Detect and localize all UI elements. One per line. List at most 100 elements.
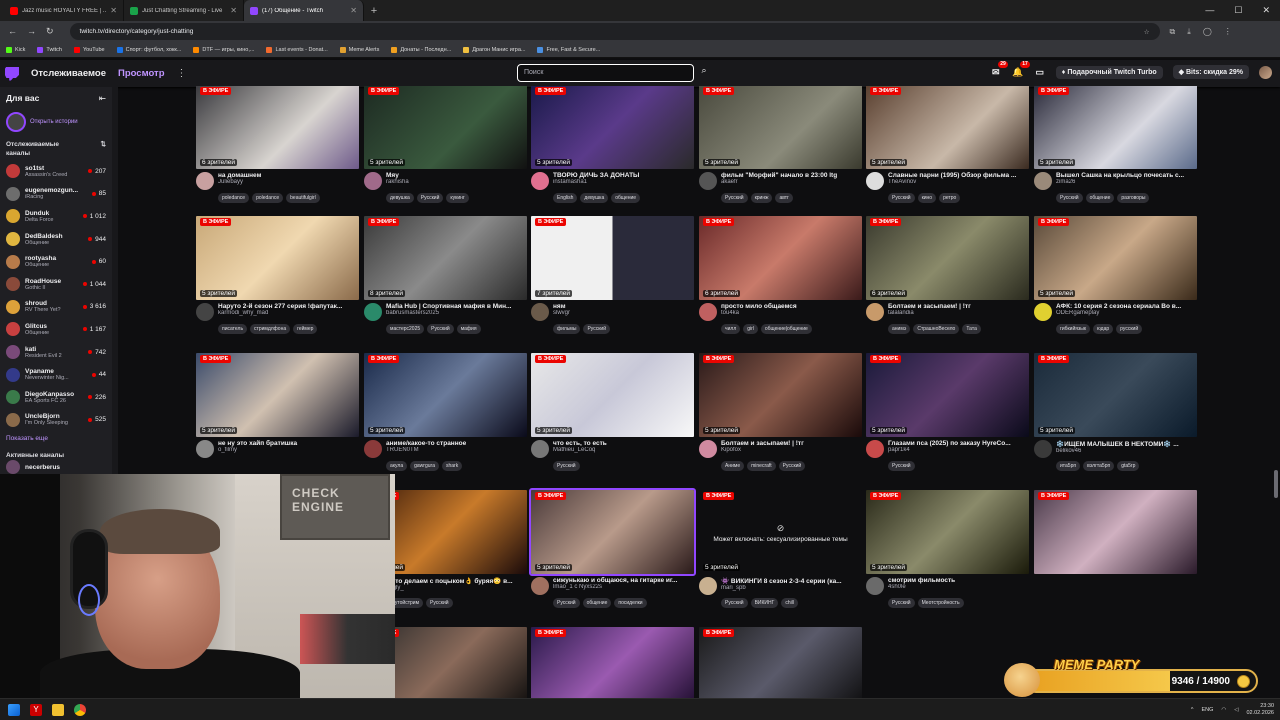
stream-card[interactable]: В ЭФИРЕ 8 зрителей Mafia Hub | Спортивная … (364, 216, 527, 334)
collapse-sidebar-icon[interactable]: ⇤ (99, 93, 106, 104)
streamer-avatar[interactable] (531, 440, 549, 458)
stream-tag[interactable]: gawrgura (410, 461, 439, 471)
streamer-name[interactable]: akaefr (721, 179, 862, 185)
stream-tag[interactable]: Русский (888, 461, 915, 471)
stream-card[interactable]: В ЭФИРЕ 5 зрителей фильм "Морфий" начало в… (699, 86, 862, 203)
streamer-name[interactable]: talalandia (888, 310, 1029, 316)
bookmark-item[interactable]: Meme Alerts (339, 46, 379, 53)
profile-icon[interactable]: ◯ (1203, 27, 1212, 37)
network-icon[interactable]: ◠ (1221, 707, 1226, 713)
stream-title[interactable]: просто мило общаемся (721, 303, 862, 310)
stream-tag[interactable]: beautifulgirl (286, 193, 320, 203)
stream-title[interactable]: Болтаем и засыпаем! | !тг (721, 440, 862, 447)
stream-tag[interactable]: girl (743, 324, 758, 334)
bookmark-item[interactable]: YouTube (73, 46, 105, 53)
stream-tag[interactable]: кринж (750, 193, 773, 203)
stream-card[interactable]: В ЭФИРЕ 5 зрителей не ну это хайп братишка… (196, 353, 359, 461)
stream-tag[interactable]: Русский (427, 324, 454, 334)
stream-tag[interactable]: автг (775, 193, 793, 203)
user-avatar[interactable] (1259, 65, 1272, 79)
streamer-name[interactable]: lmao_1 с Nyxs22s (553, 584, 694, 590)
streamer-name[interactable]: tou4ka (721, 310, 862, 316)
sidebar-channel[interactable]: Vpaname Neverwinter Nig... 44 (0, 363, 112, 386)
inbox-icon[interactable]: ✉ 29 (990, 61, 1008, 78)
stream-tag[interactable]: Аниме (721, 461, 745, 471)
sidebar-channel-active[interactable]: necerberus (0, 460, 112, 475)
stream-tag[interactable]: Русский (778, 461, 806, 471)
streamer-avatar[interactable] (1034, 440, 1052, 458)
stream-thumbnail[interactable]: В ЭФИРЕ 5 зрителей (1034, 353, 1197, 437)
stream-tag[interactable]: Русский (888, 193, 915, 203)
streamer-avatar[interactable] (196, 303, 214, 321)
close-tab-icon[interactable]: ✕ (110, 6, 117, 15)
streamer-avatar[interactable] (699, 303, 717, 321)
stream-card[interactable]: В ЭФИРЕ 5 зрителей Болтаем и засыпаем! | !… (699, 353, 862, 471)
stream-title[interactable]: что есть, то есть (553, 440, 694, 447)
yandex-browser-icon[interactable]: Y (30, 703, 42, 716)
streamer-avatar[interactable] (699, 577, 717, 595)
stream-thumbnail[interactable]: В ЭФИРЕ (1034, 490, 1197, 574)
whispers-icon[interactable]: ▭ (1034, 66, 1046, 78)
stream-tag[interactable]: Русский (721, 598, 748, 608)
stream-thumbnail[interactable]: В ЭФИРЕ 5 зрителей (196, 353, 359, 437)
stream-title[interactable]: фильм "Морфий" начало в 23:00 ltg (721, 172, 862, 179)
stream-tag[interactable]: gta5rp (1117, 461, 1140, 471)
stream-thumbnail[interactable]: В ЭФИРЕ 7 зрителей (531, 216, 694, 300)
stream-tag[interactable]: общение (1085, 193, 1115, 203)
stream-tag[interactable]: чилл (721, 324, 741, 334)
streamer-avatar[interactable] (1034, 172, 1052, 190)
streamer-name[interactable]: Mathieu_LeCoq (553, 447, 694, 453)
stream-title[interactable]: ням (553, 303, 694, 310)
stream-tag[interactable]: общение (582, 598, 612, 608)
stream-card[interactable]: В ЭФИРЕ 5 зрителей Мяу rakhisha девушка Русск… (364, 86, 527, 203)
new-tab-button[interactable]: + (364, 5, 384, 17)
stream-tag[interactable]: кино (917, 193, 937, 203)
browser-tab[interactable]: (17) Общение - Twitch ✕ (244, 0, 364, 21)
clock[interactable]: 23:30 02.02.2026 (1246, 703, 1274, 717)
stream-thumbnail[interactable]: В ЭФИРЕ 6 зрителей (866, 216, 1029, 300)
stream-card[interactable]: В ЭФИРЕ 5 зрителей ❄️ИЩЕМ МАЛЫШЕК В НЕКТОМ… (1034, 353, 1197, 471)
sidebar-channel[interactable]: rootyasha Общение 60 (0, 250, 112, 273)
stream-title[interactable]: аниме/какое-то странное (386, 440, 527, 447)
bookmark-item[interactable]: Last events - Donat... (266, 46, 328, 53)
tray-arrow-icon[interactable]: ^ (1191, 707, 1194, 713)
stream-tag[interactable]: кукинг (446, 193, 469, 203)
streamer-avatar[interactable] (1034, 303, 1052, 321)
streamer-avatar[interactable] (866, 303, 884, 321)
stream-tag[interactable]: Русский (888, 598, 915, 608)
streamer-name[interactable]: slwvgr (553, 310, 694, 316)
stream-card[interactable]: В ЭФИРЕ 5 зрителей АФК: 10 серия 2 сезона … (1034, 216, 1197, 334)
stream-title[interactable]: Mafia Hub | Спортивная мафия в Мин... (386, 303, 527, 310)
stream-tag[interactable]: фильмы (553, 324, 581, 334)
reload-icon[interactable]: ↻ (46, 26, 54, 37)
stream-thumbnail[interactable]: В ЭФИРЕ 6 зрителей (699, 216, 862, 300)
stream-card[interactable]: В ЭФИРЕ 5 зрителей Наруто 2-й сезон 277 се… (196, 216, 359, 334)
stream-title[interactable]: Глазами пса (2025) по заказу HyreCo... (888, 440, 1029, 447)
close-tab-icon[interactable]: ✕ (230, 6, 237, 15)
chrome-icon[interactable] (74, 703, 86, 716)
streamer-name[interactable]: zima26 (1056, 179, 1197, 185)
search-icon[interactable]: ⌕ (696, 65, 712, 81)
sidebar-channel[interactable]: DiegoKanpasso EA Sports FC 26 226 (0, 386, 112, 409)
stream-thumbnail[interactable]: В ЭФИРЕ 5 зрителей (364, 86, 527, 169)
stream-tag[interactable]: shark (441, 461, 463, 471)
stream-card[interactable]: В ЭФИРЕ 6 зрителей просто мило общаемся tou… (699, 216, 862, 334)
stream-card[interactable]: В ЭФИРЕ (1034, 490, 1197, 574)
sidebar-channel[interactable]: eugenemozgun... iRacing 85 (0, 183, 112, 206)
stream-title[interactable]: смотрим фильмость (888, 577, 1029, 584)
streamer-name[interactable]: o_filmy (218, 447, 359, 453)
bookmark-item[interactable]: Драгон Манис игра... (463, 46, 525, 53)
maximize-icon[interactable]: ☐ (1234, 5, 1242, 16)
nav-browse[interactable]: Просмотр (118, 68, 165, 79)
streamer-avatar[interactable] (866, 172, 884, 190)
stream-tag[interactable]: ита5рп (1056, 461, 1081, 471)
streamer-name[interactable]: 4sh0le (888, 584, 1029, 590)
stream-tag[interactable]: ВИКИНГ (750, 598, 779, 608)
bookmark-star-icon[interactable]: ☆ (1144, 28, 1150, 36)
bookmark-item[interactable]: Донаты - Последн... (391, 46, 451, 53)
bookmark-item[interactable]: Kick (6, 46, 25, 53)
streamer-avatar[interactable] (364, 172, 382, 190)
stream-tag[interactable]: Русский (553, 461, 580, 471)
streamer-name[interactable]: Juliebayy (218, 179, 359, 185)
stream-title[interactable]: Мяу (386, 172, 527, 179)
